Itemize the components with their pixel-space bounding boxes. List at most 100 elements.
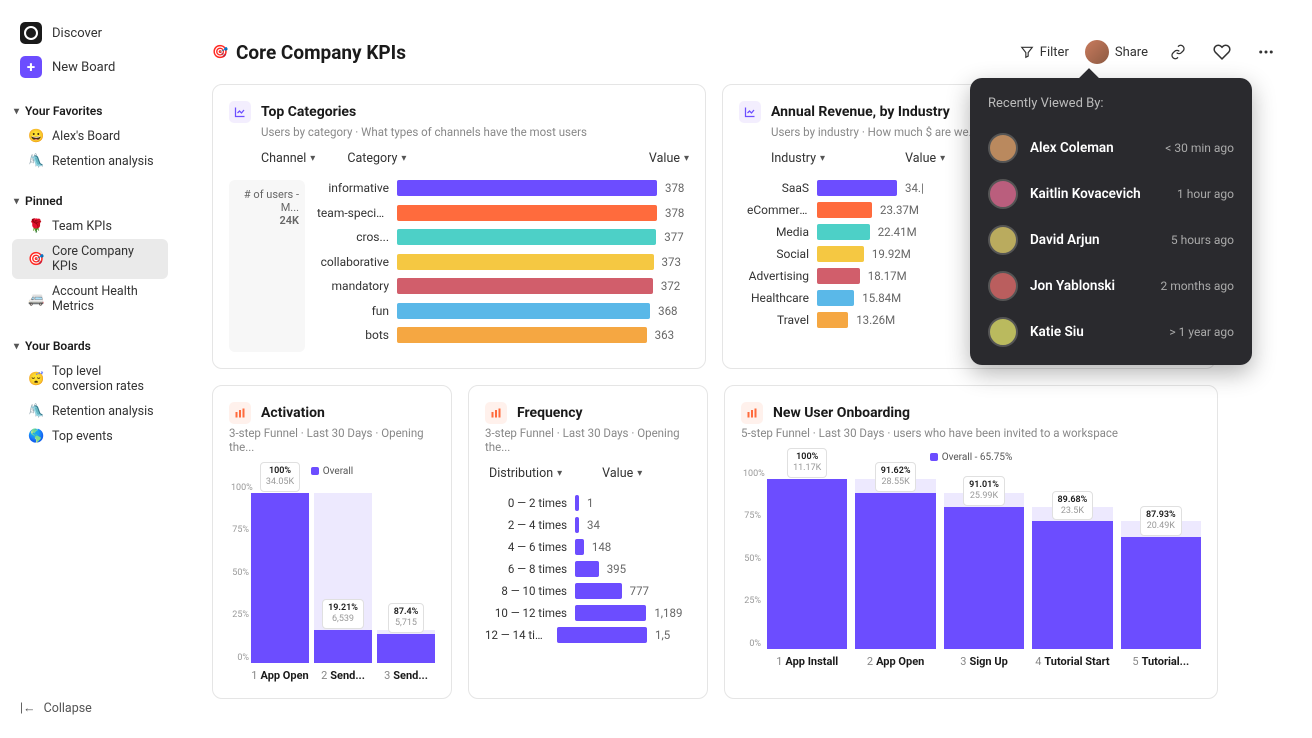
bar-value: 1,5: [655, 628, 691, 642]
viewer-time: > 1 year ago: [1169, 325, 1234, 339]
sidebar-item[interactable]: 😀Alex's Board: [12, 124, 168, 149]
share-button[interactable]: Share: [1085, 40, 1148, 64]
sidebar-item[interactable]: 🎯Core Company KPIs: [12, 239, 168, 279]
chart-icon: [229, 101, 251, 123]
sidebar-item[interactable]: 🌎 Top events: [12, 424, 168, 449]
bar-value: 34.|: [905, 181, 941, 195]
bar-label: 10 — 12 times: [485, 606, 567, 620]
item-emoji: 🛝: [28, 154, 44, 169]
bar-label: bots: [317, 328, 389, 342]
chart-icon: [739, 101, 761, 123]
viewer-row[interactable]: Alex Coleman< 30 min ago: [988, 125, 1234, 171]
value-dropdown[interactable]: Value▾: [649, 151, 689, 166]
bar-value: 377: [664, 230, 700, 244]
value-dropdown[interactable]: Value▾: [602, 466, 642, 481]
discover-nav[interactable]: Discover: [12, 16, 168, 50]
sidebar-item[interactable]: 😴Top level conversion rates: [12, 359, 168, 399]
viewer-row[interactable]: David Arjun 5 hours ago: [988, 217, 1234, 263]
heart-icon: [1213, 43, 1231, 61]
collapse-button[interactable]: |← Collapse: [12, 695, 168, 722]
funnel-value-box: 19.21%6,539: [322, 599, 364, 629]
bar-value: 395: [607, 562, 643, 576]
dots-icon: [1257, 43, 1275, 61]
sidebar-item[interactable]: 🛝Retention analysis: [12, 149, 168, 174]
industry-dropdown[interactable]: Industry▾: [771, 151, 825, 166]
onboarding-x-labels: 1App Install2App Open3Sign Up4Tutorial S…: [741, 655, 1201, 668]
pinned-header[interactable]: ▾ Pinned: [12, 188, 168, 214]
your-boards-list: 😴Top level conversion rates🛝Retention an…: [12, 359, 168, 449]
bar-label: 4 — 6 times: [485, 540, 567, 554]
bar-fill: [817, 224, 870, 240]
bar-value: 22.41M: [878, 225, 917, 239]
side-info: # of users - M... 24K: [229, 180, 305, 352]
activation-card: Activation 3-step Funnel · Last 30 Days …: [212, 385, 452, 699]
item-label: Top level conversion rates: [52, 364, 160, 394]
bar-label: cros...: [317, 230, 389, 244]
more-button[interactable]: [1252, 38, 1280, 66]
category-bars: informative378team-specific378cros...377…: [317, 180, 701, 352]
bar-label: SaaS: [747, 181, 809, 195]
viewer-row[interactable]: Katie Siu> 1 year ago: [988, 309, 1234, 355]
viewer-time: 5 hours ago: [1171, 233, 1234, 247]
bar-fill: [817, 180, 897, 196]
bar-label: Advertising: [747, 269, 809, 283]
funnel-column: 19.21%6,539: [314, 483, 372, 663]
avatar: [988, 317, 1018, 347]
chevron-down-icon: ▾: [14, 341, 19, 352]
link-icon: [1170, 44, 1186, 60]
bar-label: Social: [747, 247, 809, 261]
item-emoji: 🌎: [28, 429, 44, 444]
bar-value: 378: [665, 206, 701, 220]
funnel-value-box: 100%34.05K: [260, 462, 300, 492]
funnel-column: 91.01%25.99K: [944, 469, 1024, 649]
bar-row: fun368: [317, 303, 701, 319]
pinned-list: 🌹Team KPIs🎯Core Company KPIs 🚐 Account Hea…: [12, 214, 168, 319]
card-title: Annual Revenue, by Industry: [771, 104, 950, 120]
favorites-header[interactable]: ▾ Your Favorites: [12, 98, 168, 124]
viewer-row[interactable]: Jon Yablonski2 months ago: [988, 263, 1234, 309]
value-dropdown[interactable]: Value▾: [905, 151, 945, 166]
distribution-dropdown[interactable]: Distribution▾: [489, 466, 562, 481]
viewer-name: David Arjun: [1030, 232, 1159, 248]
funnel-value-box: 91.62%28.55K: [875, 462, 917, 492]
link-button[interactable]: [1164, 38, 1192, 66]
filter-icon: [1020, 45, 1034, 59]
bar-row: 10 — 12 times 1,189: [485, 605, 691, 621]
filter-button[interactable]: Filter: [1020, 45, 1069, 60]
channel-dropdown[interactable]: Channel▾: [261, 151, 315, 166]
item-label: Alex's Board: [52, 129, 120, 144]
popover-title: Recently Viewed By:: [988, 96, 1234, 111]
avatar: [988, 179, 1018, 209]
bar-row: 2 — 4 times34: [485, 517, 691, 533]
funnel-column: 100%34.05K: [251, 483, 309, 663]
chevron-down-icon: ▾: [14, 196, 19, 207]
sidebar-item[interactable]: 🚐 Account Health Metrics: [12, 279, 168, 319]
bar-fill: [575, 605, 646, 621]
category-dropdown[interactable]: Category▾: [347, 151, 406, 166]
sidebar: Discover + New Board ▾ Your Favorites 😀A…: [0, 0, 180, 738]
viewer-row[interactable]: Kaitlin Kovacevich1 hour ago: [988, 171, 1234, 217]
recently-viewed-popover: Recently Viewed By: Alex Coleman< 30 min…: [970, 78, 1252, 365]
bar-fill: [575, 517, 579, 533]
bar-value: 34: [587, 518, 623, 532]
sidebar-item[interactable]: 🛝Retention analysis: [12, 399, 168, 424]
sidebar-item[interactable]: 🌹Team KPIs: [12, 214, 168, 239]
card-title: New User Onboarding: [773, 405, 910, 421]
bar-fill: [575, 561, 599, 577]
funnel-column: 87.93%20.49K: [1121, 469, 1201, 649]
new-board-nav[interactable]: + New Board: [12, 50, 168, 84]
card-subtitle: 5-step Funnel · Last 30 Days · users who…: [741, 426, 1201, 440]
favorite-button[interactable]: [1208, 38, 1236, 66]
item-label: Account Health Metrics: [52, 284, 160, 314]
frequency-bars: 0 — 2 times12 — 4 times344 — 6 times1486…: [485, 495, 691, 643]
funnel-column: 91.62%28.55K: [855, 469, 935, 649]
your-boards-header[interactable]: ▾ Your Boards: [12, 333, 168, 359]
item-emoji: 🚐: [28, 292, 44, 307]
bar-value: 1,189: [654, 606, 690, 620]
item-label: Top events: [52, 429, 113, 444]
favorites-list: 😀Alex's Board🛝Retention analysis: [12, 124, 168, 174]
bar-row: 12 — 14 times1,5: [485, 627, 691, 643]
frequency-card: Frequency 3-step Funnel · Last 30 Days ·…: [468, 385, 708, 699]
bar-label: collaborative: [317, 255, 389, 269]
funnel-value-box: 89.68%23.5K: [1052, 491, 1094, 521]
